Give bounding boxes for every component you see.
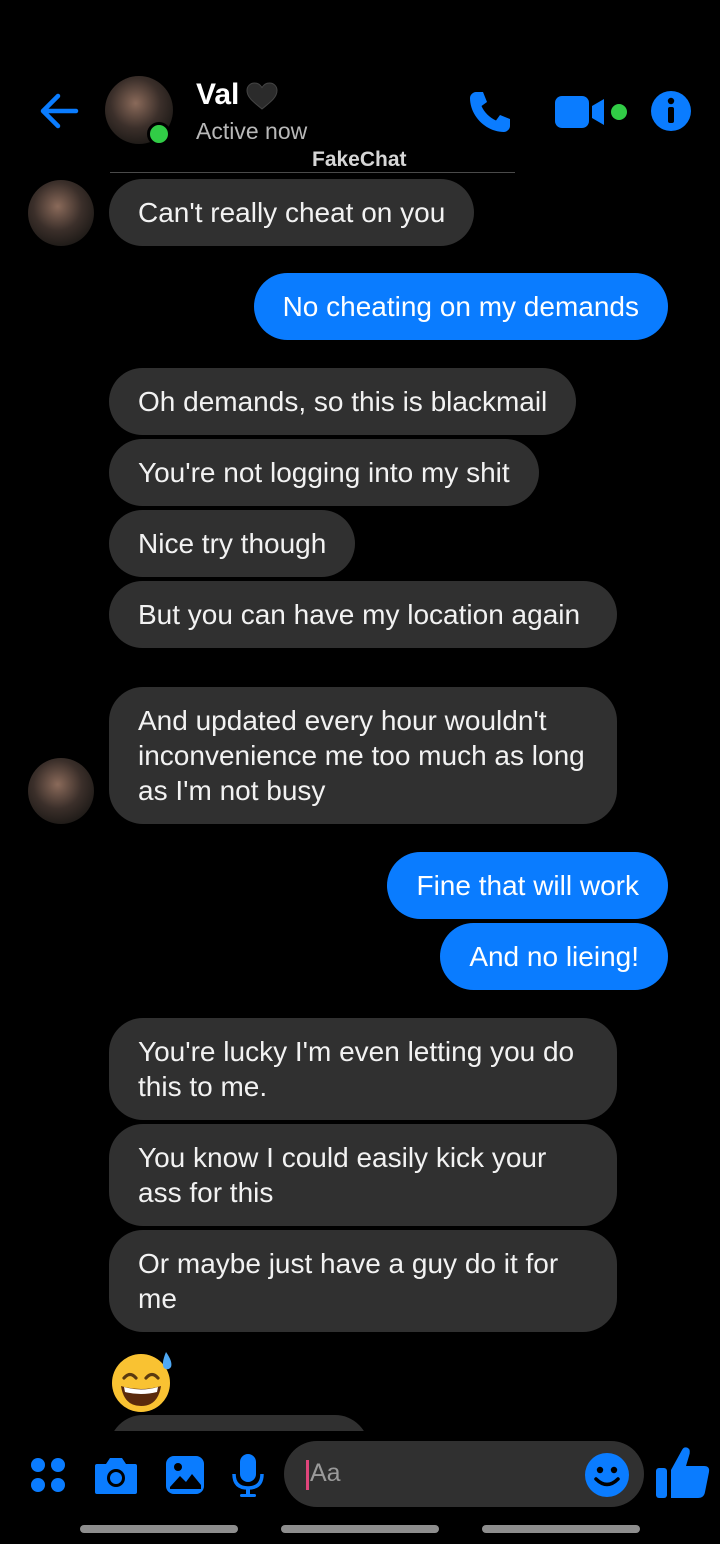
- message-incoming[interactable]: You're lucky I'm even letting you do thi…: [109, 1018, 617, 1120]
- grinning-sweat-emoji: [112, 1352, 172, 1412]
- message-incoming[interactable]: And updated every hour wouldn't inconven…: [109, 687, 617, 824]
- message-incoming[interactable]: Nice try though: [109, 510, 356, 577]
- message-outgoing[interactable]: No cheating on my demands: [253, 273, 668, 340]
- microphone-icon: [232, 1454, 264, 1497]
- smiley-icon: [585, 1453, 629, 1497]
- message-input[interactable]: Aa: [310, 1459, 341, 1488]
- back-arrow-icon: [40, 93, 79, 129]
- like-button[interactable]: [654, 1444, 712, 1502]
- camera-button[interactable]: [93, 1454, 139, 1501]
- online-indicator: [147, 122, 171, 146]
- message-avatar[interactable]: [28, 758, 94, 824]
- back-button[interactable]: [36, 88, 82, 134]
- header-divider: [110, 172, 515, 173]
- nav-recent-apps[interactable]: [80, 1525, 238, 1533]
- message-incoming[interactable]: You know I could easily kick your ass fo…: [109, 1124, 617, 1226]
- message-outgoing[interactable]: Fine that will work: [387, 852, 668, 919]
- call-button[interactable]: [466, 88, 514, 136]
- message-incoming[interactable]: Or maybe just have a guy do it for me: [109, 1230, 617, 1332]
- emoji-button[interactable]: [584, 1452, 630, 1498]
- gallery-button[interactable]: [164, 1454, 206, 1501]
- more-actions-button[interactable]: [28, 1455, 68, 1500]
- message-incoming[interactable]: Oh demands, so this is blackmail: [109, 368, 577, 435]
- message-incoming[interactable]: You're not logging into my shit: [109, 439, 539, 506]
- video-camera-icon: [555, 96, 604, 128]
- watermark: FakeChat: [312, 148, 407, 171]
- four-dots-icon: [31, 1458, 65, 1492]
- contact-name[interactable]: Val: [196, 78, 239, 112]
- emoji-message[interactable]: 😅: [110, 1348, 176, 1414]
- voice-button[interactable]: [230, 1452, 266, 1503]
- message-outgoing[interactable]: And no lieing!: [440, 923, 668, 990]
- thumbs-up-icon: [656, 1447, 710, 1498]
- info-button[interactable]: [650, 90, 692, 132]
- video-active-indicator: [611, 104, 627, 120]
- nav-home[interactable]: [281, 1525, 439, 1533]
- video-call-button[interactable]: [554, 94, 608, 130]
- text-cursor: [306, 1460, 309, 1490]
- camera-icon: [95, 1458, 137, 1494]
- phone-icon: [470, 92, 510, 132]
- nav-back[interactable]: [482, 1525, 640, 1533]
- info-icon: [651, 91, 691, 131]
- image-icon: [166, 1456, 204, 1494]
- black-heart-emoji: [245, 81, 279, 111]
- message-incoming[interactable]: Can't really cheat on you: [109, 179, 475, 246]
- message-incoming[interactable]: But you can have my location again: [109, 581, 617, 648]
- active-status: Active now: [196, 118, 308, 144]
- message-avatar[interactable]: [28, 180, 94, 246]
